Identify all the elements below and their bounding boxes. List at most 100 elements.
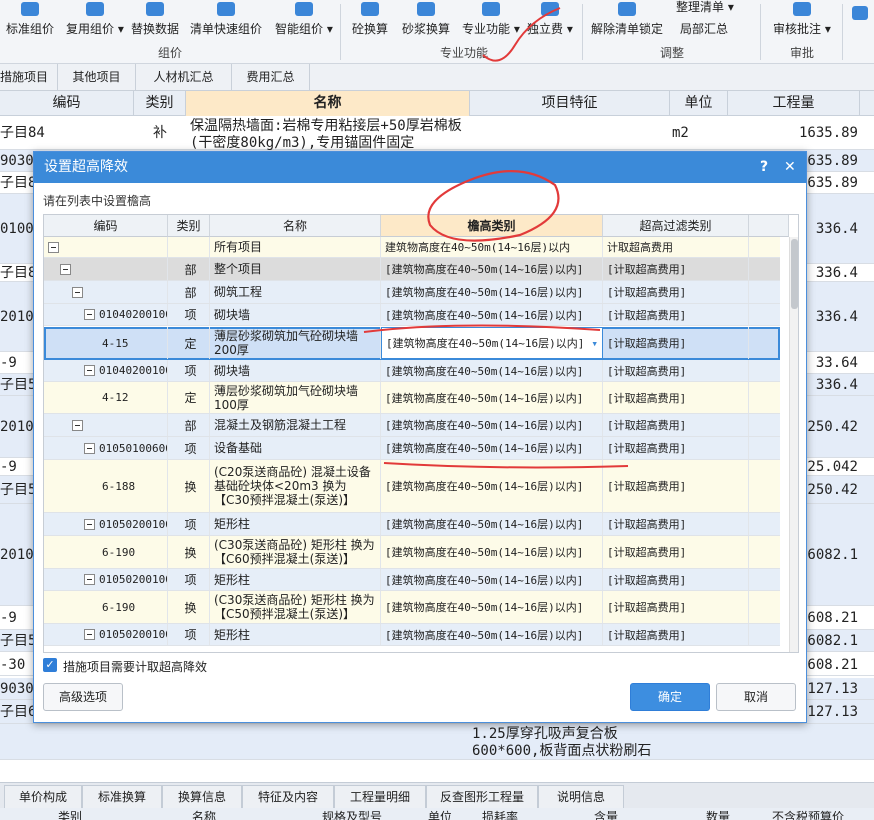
tab-measures[interactable]: 措施项目 bbox=[0, 64, 58, 91]
grid-row[interactable]: 010501006001 项 设备基础 [建筑物高度在40~50m(14~16层)以内… bbox=[44, 437, 780, 460]
collapse-toggle-icon[interactable] bbox=[84, 629, 95, 640]
row-height-cell[interactable]: [建筑物高度在40~50m(14~16层)以内] bbox=[381, 536, 603, 568]
smart-pricing-icon bbox=[294, 2, 313, 16]
row-height-cell-text: 建筑物高度在40~50m(14~16层)以内 bbox=[385, 241, 571, 254]
grid-row[interactable]: 所有项目 建筑物高度在40~50m(14~16层)以内 计取超高费用 bbox=[44, 237, 780, 258]
measures-checkbox[interactable]: ✓ bbox=[43, 658, 57, 672]
row-height-cell[interactable]: [建筑物高度在40~50m(14~16层)以内] bbox=[381, 460, 603, 512]
tab-features-content[interactable]: 特征及内容 bbox=[242, 785, 334, 809]
row-filter-cell[interactable]: [计取超高费用] bbox=[603, 281, 749, 303]
row-filter-cell-text: 计取超高费用 bbox=[607, 241, 673, 254]
row-filter-cell[interactable]: [计取超高费用] bbox=[603, 304, 749, 325]
row-height-cell[interactable]: 建筑物高度在40~50m(14~16层)以内 bbox=[381, 237, 603, 257]
review-comment-button[interactable]: 审核批注 ▾ bbox=[773, 0, 831, 44]
row-name-cell: (C30泵送商品砼) 矩形柱 换为【C60预拌混凝土(泵送)】 bbox=[210, 536, 381, 568]
row-filter-cell[interactable]: [计取超高费用] bbox=[603, 437, 749, 459]
grid-row[interactable]: 4-12 定 薄层砂浆砌筑加气砼砌块墙100厚 [建筑物高度在40~50m(14~16… bbox=[44, 382, 780, 414]
tab-unit-price[interactable]: 单价构成 bbox=[4, 785, 82, 809]
quick-pricing-button[interactable]: 清单快速组价 bbox=[190, 0, 262, 44]
row-filter-cell[interactable]: [计取超高费用] bbox=[603, 591, 749, 623]
close-icon[interactable]: ✕ bbox=[784, 152, 796, 183]
row-filter-cell[interactable]: [计取超高费用] bbox=[603, 536, 749, 568]
reuse-pricing-button[interactable]: 复用组价 ▾ bbox=[66, 0, 124, 44]
tab-other-items[interactable]: 其他项目 bbox=[58, 64, 136, 91]
help-button[interactable]: ? bbox=[760, 152, 768, 183]
more-tools-icon[interactable] bbox=[852, 6, 868, 20]
grid-row[interactable]: 010502001001 项 矩形柱 [建筑物高度在40~50m(14~16层)以内]… bbox=[44, 513, 780, 536]
dropdown-arrow-icon[interactable]: ▾ bbox=[591, 337, 598, 350]
grid-row[interactable]: 010402001002 项 砌块墙 [建筑物高度在40~50m(14~16层)以内]… bbox=[44, 360, 780, 382]
row-filter-cell[interactable]: [计取超高费用] bbox=[603, 382, 749, 413]
row-height-cell[interactable]: [建筑物高度在40~50m(14~16层)以内] bbox=[381, 360, 603, 381]
row-height-cell[interactable]: [建筑物高度在40~50m(14~16层)以内] bbox=[381, 281, 603, 303]
collapse-toggle-icon[interactable] bbox=[60, 263, 71, 275]
tab-conversion-info[interactable]: 换算信息 bbox=[162, 785, 242, 809]
row-filter-cell[interactable]: [计取超高费用] bbox=[603, 624, 749, 645]
row-filter-cell[interactable]: [计取超高费用] bbox=[603, 460, 749, 512]
tab-description[interactable]: 说明信息 bbox=[538, 785, 624, 809]
grid-row[interactable]: 010502001003 项 矩形柱 [建筑物高度在40~50m(14~16层)以内]… bbox=[44, 569, 780, 591]
row-height-cell[interactable]: [建筑物高度在40~50m(14~16层)以内] bbox=[381, 513, 603, 535]
grid-row[interactable]: 部 砌筑工程 [建筑物高度在40~50m(14~16层)以内] [计取超高费用] bbox=[44, 281, 780, 304]
ok-button[interactable]: 确定 bbox=[630, 683, 710, 711]
row-height-cell[interactable]: [建筑物高度在40~50m(14~16层)以内] bbox=[381, 382, 603, 413]
grid-row[interactable]: 4-15 定 薄层砂浆砌筑加气砼砌块墙200厚 [建筑物高度在40~50m(14~16… bbox=[44, 327, 780, 360]
grid-row[interactable]: 部 整个项目 [建筑物高度在40~50m(14~16层)以内] [计取超高费用] bbox=[44, 258, 780, 281]
grid-row[interactable]: 6-190 换 (C30泵送商品砼) 矩形柱 换为【C60预拌混凝土(泵送)】 [建筑… bbox=[44, 536, 780, 569]
grid-row[interactable]: 6-190 换 (C30泵送商品砼) 矩形柱 换为【C50预拌混凝土(泵送)】 [建筑… bbox=[44, 591, 780, 624]
independent-fee-button[interactable]: 独立费 ▾ bbox=[527, 0, 573, 44]
ribbon-divider bbox=[842, 4, 843, 60]
row-height-cell[interactable]: [建筑物高度在40~50m(14~16层)以内] ▾ bbox=[381, 327, 603, 359]
collapse-toggle-icon[interactable] bbox=[84, 309, 95, 320]
collapse-toggle-icon[interactable] bbox=[84, 365, 95, 376]
bill-row[interactable]: 1.25厚穿孔吸声复合板600*600,板背面点状粉刷石 bbox=[0, 724, 874, 760]
professional-functions-button[interactable]: 专业功能 ▾ bbox=[462, 0, 520, 44]
bill-row[interactable]: 子目84 补 保温隔热墙面:岩棉专用粘接层+50厚岩棉板(干密度80kg/m3),专… bbox=[0, 116, 874, 151]
row-height-cell[interactable]: [建筑物高度在40~50m(14~16层)以内] bbox=[381, 437, 603, 459]
mortar-conversion-button[interactable]: 砂浆换算 bbox=[402, 0, 450, 44]
smart-pricing-button[interactable]: 智能组价 ▾ bbox=[275, 0, 333, 44]
row-filter-cell[interactable]: [计取超高费用] bbox=[603, 360, 749, 381]
standard-pricing-icon bbox=[21, 2, 39, 16]
collapse-toggle-icon[interactable] bbox=[84, 442, 95, 454]
row-code-cell: 6-190 bbox=[44, 536, 168, 568]
tab-fee-summary[interactable]: 费用汇总 bbox=[232, 64, 310, 91]
tab-labor-material[interactable]: 人材机汇总 bbox=[136, 64, 232, 91]
grid-scrollbar[interactable] bbox=[789, 237, 798, 652]
replace-data-button[interactable]: 替换数据 bbox=[131, 0, 179, 44]
row-filter-cell[interactable]: [计取超高费用] bbox=[603, 414, 749, 436]
row-height-cell[interactable]: [建筑物高度在40~50m(14~16层)以内] bbox=[381, 591, 603, 623]
lock-icon bbox=[618, 2, 636, 16]
grid-row[interactable]: 010502001004 项 矩形柱 [建筑物高度在40~50m(14~16层)以内]… bbox=[44, 624, 780, 646]
tab-standard-conversion[interactable]: 标准换算 bbox=[82, 785, 162, 809]
tab-reverse-lookup[interactable]: 反查图形工程量 bbox=[426, 785, 538, 809]
grid-row[interactable]: 010402001001 项 砌块墙 [建筑物高度在40~50m(14~16层)以内]… bbox=[44, 304, 780, 326]
row-height-cell[interactable]: [建筑物高度在40~50m(14~16层)以内] bbox=[381, 414, 603, 436]
row-filter-cell[interactable]: [计取超高费用] bbox=[603, 327, 749, 359]
row-height-cell[interactable]: [建筑物高度在40~50m(14~16层)以内] bbox=[381, 258, 603, 280]
row-filter-cell[interactable]: 计取超高费用 bbox=[603, 237, 749, 257]
partial-summary-button[interactable]: 局部汇总 bbox=[680, 18, 728, 62]
collapse-toggle-icon[interactable] bbox=[72, 286, 83, 298]
row-filter-cell[interactable]: [计取超高费用] bbox=[603, 569, 749, 590]
tab-quantity-details[interactable]: 工程量明细 bbox=[334, 785, 426, 809]
grid-row[interactable]: 部 混凝土及钢筋混凝土工程 [建筑物高度在40~50m(14~16层)以内] [计取超… bbox=[44, 414, 780, 437]
standard-pricing-button[interactable]: 标准组价 bbox=[6, 0, 54, 44]
grid-row[interactable]: 6-188 换 (C20泵送商品砼) 混凝土设备基础砼块体<20m3 换为【C30预… bbox=[44, 460, 780, 513]
collapse-toggle-icon[interactable] bbox=[84, 518, 95, 530]
row-height-cell[interactable]: [建筑物高度在40~50m(14~16层)以内] bbox=[381, 624, 603, 645]
cancel-button[interactable]: 取消 bbox=[716, 683, 796, 711]
row-height-cell-text: [建筑物高度在40~50m(14~16层)以内] bbox=[386, 337, 585, 350]
row-height-cell[interactable]: [建筑物高度在40~50m(14~16层)以内] bbox=[381, 569, 603, 590]
unlock-bill-button[interactable]: 解除清单锁定 bbox=[591, 0, 663, 44]
mortar-icon bbox=[417, 2, 435, 16]
collapse-toggle-icon[interactable] bbox=[72, 419, 83, 431]
advanced-options-button[interactable]: 高级选项 bbox=[43, 683, 123, 711]
row-filter-cell[interactable]: [计取超高费用] bbox=[603, 513, 749, 535]
row-filter-cell[interactable]: [计取超高费用] bbox=[603, 258, 749, 280]
collapse-toggle-icon[interactable] bbox=[48, 241, 59, 253]
concrete-conversion-button[interactable]: 砼换算 bbox=[352, 0, 388, 44]
scroll-thumb[interactable] bbox=[791, 239, 798, 309]
row-height-cell[interactable]: [建筑物高度在40~50m(14~16层)以内] bbox=[381, 304, 603, 325]
collapse-toggle-icon[interactable] bbox=[84, 574, 95, 585]
